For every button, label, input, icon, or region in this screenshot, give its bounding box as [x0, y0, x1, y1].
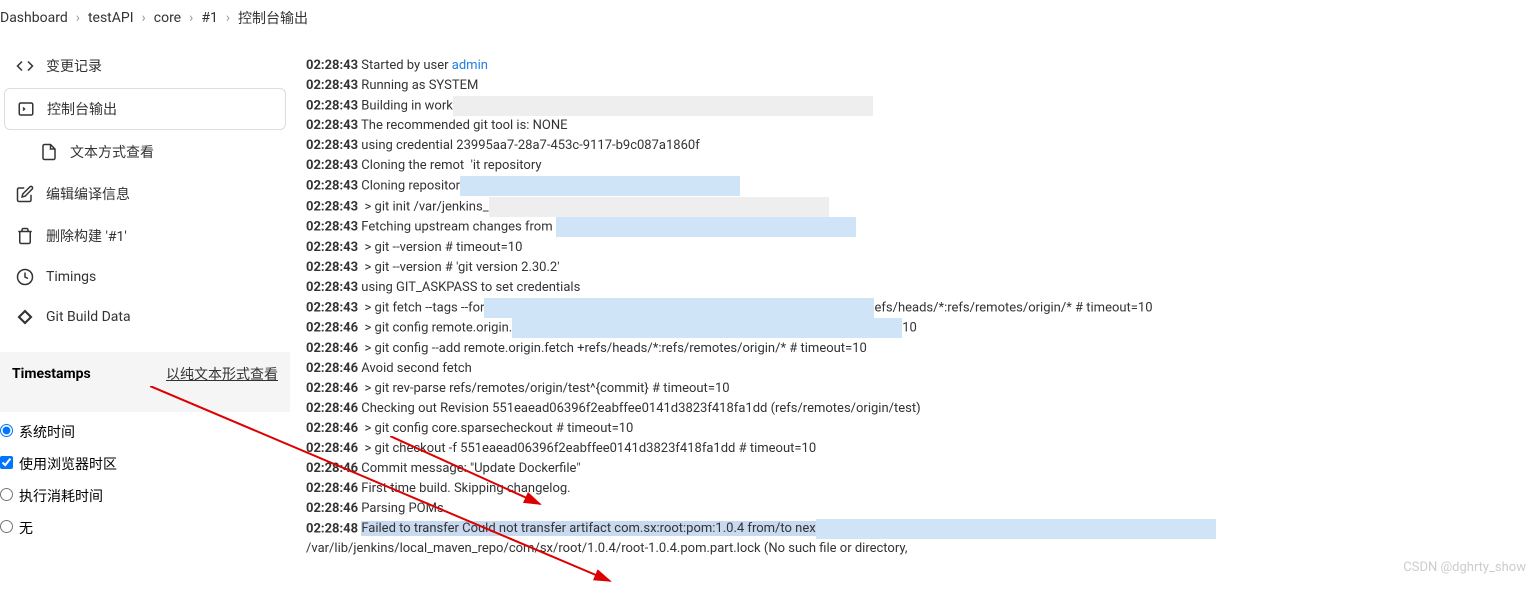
sidebar-edit-build[interactable]: 编辑编译信息	[4, 174, 286, 214]
chevron-right-icon: ›	[76, 10, 80, 26]
console-output: 02:28:43 Started by user admin02:28:43 R…	[306, 56, 1522, 559]
timestamps-plain-link[interactable]: 以纯文本形式查看	[166, 364, 278, 384]
checkbox-browser-tz[interactable]	[0, 456, 13, 469]
radio-none[interactable]	[0, 520, 13, 533]
chevron-right-icon: ›	[226, 10, 230, 26]
console-line: 02:28:46 > git config --add remote.origi…	[306, 339, 1522, 359]
console-line: 02:28:43 Cloning repositor	[306, 176, 1522, 196]
console-line: 02:28:43 using credential 23995aa7-28a7-…	[306, 136, 1522, 156]
radio-system-time[interactable]	[0, 424, 13, 437]
breadcrumb-core[interactable]: core	[154, 10, 181, 26]
console-line: 02:28:43 using GIT_ASKPASS to set creden…	[306, 278, 1522, 298]
edit-icon	[16, 185, 34, 203]
console-line: 02:28:46 Commit message: "Update Dockerf…	[306, 459, 1522, 479]
console-line: 02:28:43 Cloning the remot 'it repositor…	[306, 156, 1522, 176]
console-line: 02:28:43 > git init /var/jenkins_	[306, 197, 1522, 217]
console-line: 02:28:46 Checking out Revision 551eaead0…	[306, 399, 1522, 419]
trash-icon	[16, 227, 34, 245]
code-icon	[16, 57, 34, 75]
git-icon	[16, 308, 34, 326]
breadcrumb-testapi[interactable]: testAPI	[88, 10, 134, 26]
console-line: 02:28:46 > git rev-parse refs/remotes/or…	[306, 379, 1522, 399]
breadcrumb-build[interactable]: #1	[201, 10, 218, 26]
sidebar-item-label: Git Build Data	[46, 309, 131, 325]
console-line: 02:28:43 Running as SYSTEM	[306, 76, 1522, 96]
sidebar-item-label: 编辑编译信息	[46, 184, 130, 204]
breadcrumb-console[interactable]: 控制台输出	[238, 8, 308, 28]
sidebar-item-label: 删除构建 '#1'	[46, 226, 127, 246]
timestamps-title: Timestamps	[12, 366, 91, 382]
console-line: 02:28:48 Failed to transfer Could not tr…	[306, 519, 1522, 539]
breadcrumb-dashboard[interactable]: Dashboard	[0, 10, 68, 26]
console-line: 02:28:43 > git fetch --tags --for efs/he…	[306, 298, 1522, 318]
sidebar-git-build[interactable]: Git Build Data	[4, 298, 286, 336]
radio-exec-time[interactable]	[0, 488, 13, 501]
chevron-right-icon: ›	[189, 10, 193, 26]
sidebar-delete-build[interactable]: 删除构建 '#1'	[4, 216, 286, 256]
watermark: CSDN @dghrty_show	[1403, 560, 1526, 575]
console-line: 02:28:46 First time build. Skipping chan…	[306, 479, 1522, 499]
timestamps-options: 系统时间 使用浏览器时区 执行消耗时间 无	[0, 412, 290, 548]
console-line: 02:28:46 > git config remote.origin. 10	[306, 318, 1522, 338]
sidebar-changes[interactable]: 变更记录	[4, 46, 286, 86]
console-line: 02:28:43 > git --version # 'git version …	[306, 258, 1522, 278]
chevron-right-icon: ›	[142, 10, 146, 26]
timestamps-panel: Timestamps 以纯文本形式查看	[0, 352, 290, 412]
sidebar-console[interactable]: 控制台输出	[4, 88, 286, 130]
sidebar-item-label: 变更记录	[46, 56, 102, 76]
console-line: 02:28:46 Avoid second fetch	[306, 359, 1522, 379]
console-line: 02:28:46 Parsing POMs	[306, 499, 1522, 519]
console-line: 02:28:46 > git checkout -f 551eaead06396…	[306, 439, 1522, 459]
breadcrumb: Dashboard › testAPI › core › #1 › 控制台输出	[0, 0, 1538, 36]
document-icon	[40, 143, 58, 161]
terminal-icon	[17, 100, 35, 118]
console-content: 02:28:43 Started by user admin02:28:43 R…	[290, 36, 1538, 579]
sidebar-text-view[interactable]: 文本方式查看	[4, 132, 286, 172]
console-line: 02:28:43 The recommended git tool is: NO…	[306, 116, 1522, 136]
console-line: 02:28:43 Fetching upstream changes from	[306, 217, 1522, 237]
console-line: /var/lib/jenkins/local_maven_repo/com/sx…	[306, 539, 1522, 559]
sidebar-item-label: 控制台输出	[47, 99, 117, 119]
console-line: 02:28:43 Building in work	[306, 96, 1522, 116]
console-line: 02:28:43 > git --version # timeout=10	[306, 238, 1522, 258]
sidebar-item-label: 文本方式查看	[70, 142, 154, 162]
clock-icon	[16, 268, 34, 286]
sidebar-timings[interactable]: Timings	[4, 258, 286, 296]
sidebar: 变更记录 控制台输出 文本方式查看 编辑编译信息 删除构建 '#1'	[0, 36, 290, 579]
console-line: 02:28:43 Started by user admin	[306, 56, 1522, 76]
console-line: 02:28:46 > git config core.sparsecheckou…	[306, 419, 1522, 439]
sidebar-item-label: Timings	[46, 269, 96, 285]
